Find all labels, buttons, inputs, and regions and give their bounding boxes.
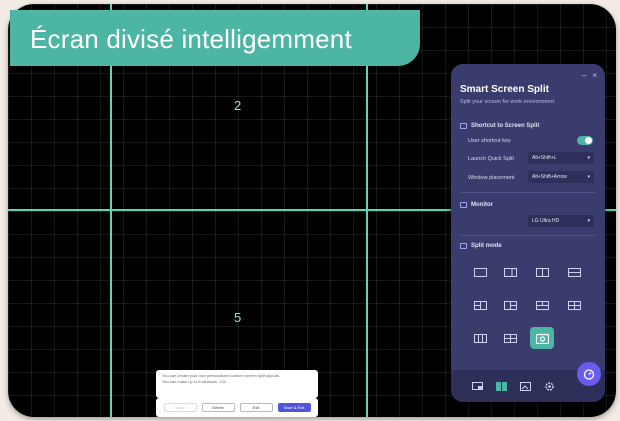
keyboard-icon	[460, 123, 467, 129]
custom-layout-dialog: You can create your own personalized cus…	[156, 370, 318, 398]
window-controls: – ×	[582, 71, 597, 80]
user-shortcut-toggle[interactable]	[577, 136, 593, 145]
close-icon[interactable]: ×	[592, 71, 597, 80]
layout-three-c-button[interactable]	[531, 296, 553, 314]
layout-full-button[interactable]	[469, 263, 491, 281]
minimize-icon[interactable]: –	[582, 71, 586, 80]
undo-button[interactable]: Undo	[163, 403, 197, 412]
window-placement-select[interactable]: Alt+Shift+Arrow ▾	[528, 171, 594, 183]
layout-two-columns-button[interactable]	[531, 263, 553, 281]
gear-icon[interactable]	[543, 380, 555, 392]
dialog-line-2: You can make up to 6 windows. 12h	[162, 379, 226, 384]
delete-button[interactable]: Delete	[201, 403, 235, 412]
layout-six-icon	[503, 333, 517, 343]
layout-two-columns-icon	[535, 267, 549, 277]
shortcut-section-label: Shortcut to Screen Split	[471, 123, 540, 129]
layout-three-b-button[interactable]	[499, 296, 521, 314]
smart-screen-split-panel: – × Smart Screen Split Split your screen…	[451, 64, 605, 402]
panel-title: Smart Screen Split	[460, 84, 549, 95]
chevron-down-icon: ▾	[587, 218, 590, 224]
layout-three-a-icon	[473, 300, 487, 310]
layout-three-b-icon	[503, 300, 517, 310]
shortcut-section-title: Shortcut to Screen Split	[460, 123, 539, 129]
layout-three-columns-icon	[473, 333, 487, 343]
monitor-value: LG Ultra HD	[532, 218, 560, 224]
layout-four-button[interactable]	[563, 296, 585, 314]
screen-layout-icon[interactable]	[471, 380, 483, 392]
divider	[460, 192, 596, 193]
layout-two-rows-button[interactable]	[563, 263, 585, 281]
monitor-section-title: Monitor	[460, 202, 493, 208]
layout-three-c-icon	[535, 300, 549, 310]
layout-split-left-icon	[503, 267, 517, 277]
launch-quick-split-select[interactable]: Alt+Shift+L ▾	[528, 152, 594, 164]
chevron-down-icon: ▾	[587, 155, 590, 161]
split-screen-icon[interactable]	[495, 380, 507, 392]
layout-split-left-button[interactable]	[499, 263, 521, 281]
dialog-button-bar: Undo Delete Exit Save & Exit	[156, 398, 318, 417]
save-and-exit-button[interactable]: Save & Exit	[277, 403, 311, 412]
panel-subtitle: Split your screen for work environment.	[460, 99, 556, 105]
window-placement-value: Alt+Shift+Arrow	[532, 174, 567, 180]
user-shortcut-label: User shortcut key	[468, 138, 511, 144]
exit-button[interactable]: Exit	[239, 403, 273, 412]
split-mode-section-title: Split mode	[460, 243, 502, 249]
layout-three-a-button[interactable]	[469, 296, 491, 314]
layout-three-columns-button[interactable]	[469, 329, 491, 347]
divider	[460, 235, 596, 236]
chevron-down-icon: ▾	[587, 174, 590, 180]
split-mode-icon	[460, 243, 467, 249]
zone-number-top: 2	[234, 98, 242, 113]
zone-number-bottom: 5	[234, 310, 242, 325]
layout-full-icon	[473, 267, 487, 277]
layout-custom-icon	[535, 333, 549, 344]
window-placement-label: Window placement	[468, 175, 515, 181]
monitor-icon	[460, 202, 467, 208]
title-banner: Écran divisé intelligemment	[10, 10, 420, 66]
monitor-select[interactable]: LG Ultra HD ▾	[528, 215, 594, 227]
split-mode-section-label: Split mode	[471, 243, 502, 249]
layout-two-rows-icon	[567, 267, 581, 277]
layout-six-button[interactable]	[499, 329, 521, 347]
picture-icon[interactable]	[519, 380, 531, 392]
layout-four-icon	[567, 300, 581, 310]
monitor-section-label: Monitor	[471, 202, 493, 208]
launch-quick-split-label: Launch Quick Split	[468, 156, 514, 162]
timer-icon	[583, 369, 595, 380]
timer-button[interactable]	[577, 362, 601, 386]
layout-custom-button[interactable]	[530, 327, 554, 349]
launch-quick-split-value: Alt+Shift+L	[532, 155, 557, 161]
